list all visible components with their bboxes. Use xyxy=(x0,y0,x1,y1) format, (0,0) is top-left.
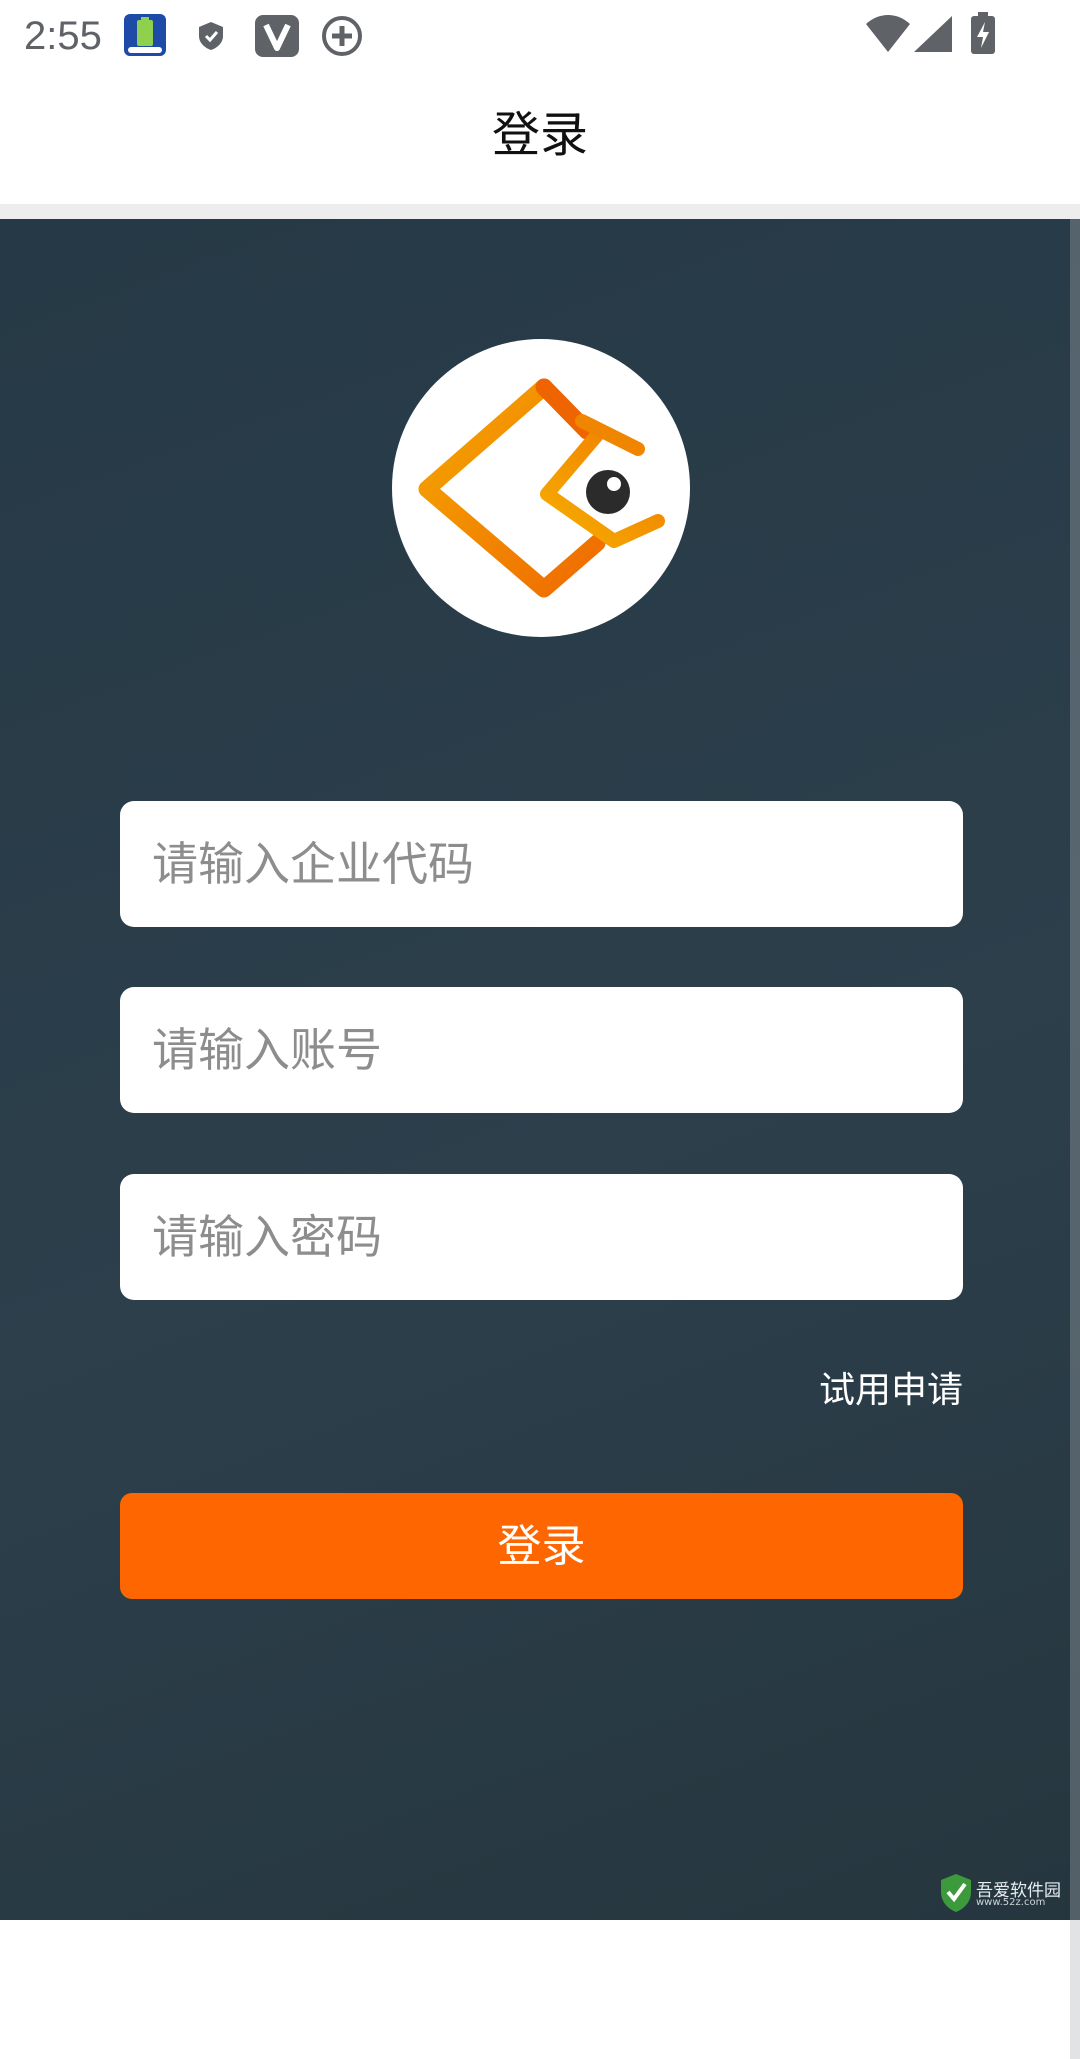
watermark-subtext: www.52z.com xyxy=(976,1897,1046,1908)
add-circle-icon xyxy=(320,14,364,62)
wallet-camera-logo-icon xyxy=(418,378,665,598)
account-input[interactable] xyxy=(120,987,963,1113)
watermark: 吾爱软件园 www.52z.com xyxy=(938,1872,1068,1914)
wifi-icon xyxy=(864,14,912,58)
app-header: 登录 xyxy=(0,72,1080,204)
login-screen: 试用申请 登录 xyxy=(0,219,1080,2059)
header-divider xyxy=(0,204,1080,219)
page-title: 登录 xyxy=(491,107,588,163)
password-input[interactable] xyxy=(120,1174,963,1300)
status-bar: 2:55 xyxy=(0,0,1080,72)
company-code-input[interactable] xyxy=(120,801,963,927)
battery-charging-icon xyxy=(968,12,998,60)
login-button[interactable]: 登录 xyxy=(120,1493,963,1599)
v-app-icon xyxy=(254,14,300,62)
battery-app-icon xyxy=(122,12,168,62)
watermark-shield-icon xyxy=(941,1874,971,1912)
status-time: 2:55 xyxy=(24,14,102,58)
shield-icon xyxy=(196,20,226,56)
app-logo xyxy=(392,339,690,637)
scroll-edge xyxy=(1070,219,1080,2059)
signal-icon xyxy=(912,14,954,58)
trial-application-link[interactable]: 试用申请 xyxy=(819,1369,963,1413)
